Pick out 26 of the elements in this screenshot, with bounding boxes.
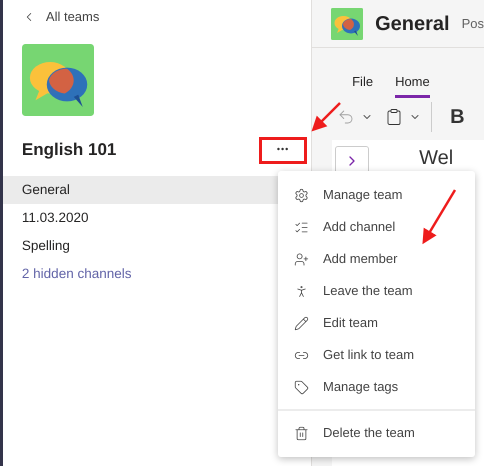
menu-item[interactable]: Leave the team: [278, 275, 475, 307]
menu-item[interactable]: Get link to team: [278, 339, 475, 371]
pencil-icon: [294, 316, 309, 330]
tag-icon: [294, 380, 309, 394]
settings-icon: [294, 188, 309, 202]
header-tab[interactable]: Pos: [462, 14, 484, 34]
ribbon-tab[interactable]: File: [352, 68, 374, 98]
bold-button[interactable]: B: [450, 102, 465, 132]
menu-item[interactable]: Add channel: [278, 211, 475, 243]
add-person-icon: [294, 252, 309, 266]
back-link[interactable]: All teams: [22, 7, 100, 27]
team-name: English 101: [22, 139, 116, 162]
page-heading: Wel: [419, 146, 454, 170]
list-icon: [294, 220, 309, 234]
trash-icon: [294, 426, 309, 440]
menu-item[interactable]: Add member: [278, 243, 475, 275]
annotation-arrow: [422, 189, 456, 244]
annotation-arrow: [311, 102, 341, 132]
menu-item[interactable]: Manage tags: [278, 371, 475, 403]
ribbon-tab[interactable]: Home: [395, 68, 430, 98]
paste-icon[interactable]: [385, 108, 404, 126]
channel-logo: [331, 8, 364, 40]
menu-item[interactable]: Delete the team: [278, 417, 475, 449]
more-options-button[interactable]: •••: [259, 136, 308, 164]
channel-title: General: [375, 12, 450, 36]
menu-item[interactable]: Edit team: [278, 307, 475, 339]
